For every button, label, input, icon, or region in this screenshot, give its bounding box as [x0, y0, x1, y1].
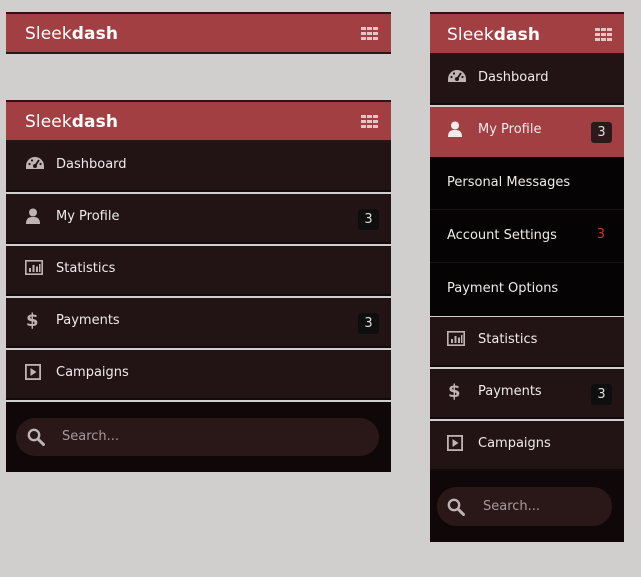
submenu-label: Personal Messages [447, 175, 571, 190]
brand-logo[interactable]: Sleekdash [25, 24, 118, 44]
menu-item-payments[interactable]: $ Payments 3 [430, 369, 624, 419]
menu-label: Statistics [478, 332, 538, 347]
menu-label: My Profile [478, 122, 542, 137]
menu-label: Dashboard [56, 157, 127, 172]
menu-label: Statistics [56, 261, 116, 276]
user-icon [447, 121, 465, 139]
header: Sleekdash [6, 100, 391, 142]
menu-item-campaigns[interactable]: Campaigns [430, 421, 624, 471]
menu-label: Payments [478, 384, 542, 399]
menu-item-statistics[interactable]: Statistics [430, 317, 624, 367]
dashboard-icon [25, 156, 44, 174]
play-icon [447, 435, 465, 453]
menu-label: Dashboard [478, 70, 549, 85]
sidebar-collapsed: Sleekdash [6, 12, 391, 54]
submenu-label: Account Settings [447, 228, 557, 243]
search-icon[interactable] [447, 498, 465, 516]
brand-logo[interactable]: Sleekdash [25, 112, 118, 132]
bar-chart-icon [447, 331, 465, 349]
sidebar-footer: Search... [430, 471, 624, 542]
submenu-item-payment-options[interactable]: Payment Options [430, 263, 624, 316]
grid-icon[interactable] [595, 28, 612, 41]
dashboard-icon [447, 69, 466, 87]
sidebar-expanded: Sleekdash Dashboard My Profile 3 Statist… [6, 100, 391, 472]
submenu-item-account-settings[interactable]: Account Settings 3 [430, 210, 624, 263]
search-icon[interactable] [27, 428, 45, 446]
menu-label: My Profile [56, 209, 120, 224]
svg-text:$: $ [448, 381, 461, 401]
dollar-icon: $ [25, 310, 43, 330]
grid-icon[interactable] [361, 115, 378, 128]
submenu-label: Payment Options [447, 281, 559, 296]
menu-item-profile[interactable]: My Profile 3 [6, 194, 391, 244]
submenu-item-personal-messages[interactable]: Personal Messages [430, 157, 624, 210]
play-icon [25, 364, 43, 382]
menu-item-dashboard[interactable]: Dashboard [430, 55, 624, 105]
menu-label: Campaigns [478, 436, 551, 451]
payments-badge: 3 [591, 384, 612, 405]
svg-text:$: $ [26, 310, 39, 330]
bar-chart-icon [25, 260, 43, 278]
dollar-icon: $ [447, 381, 465, 401]
header: Sleekdash [6, 12, 391, 54]
search-box[interactable]: Search... [16, 418, 379, 456]
profile-badge: 3 [358, 209, 379, 230]
grid-icon[interactable] [361, 27, 378, 40]
search-input[interactable]: Search... [62, 429, 119, 444]
brand-logo[interactable]: Sleekdash [447, 25, 540, 45]
menu-item-statistics[interactable]: Statistics [6, 246, 391, 296]
menu-label: Campaigns [56, 365, 129, 380]
header: Sleekdash [430, 12, 624, 55]
menu-label: Payments [56, 313, 120, 328]
payments-badge: 3 [358, 313, 379, 334]
user-icon [25, 208, 43, 226]
profile-badge: 3 [591, 122, 612, 143]
menu-item-campaigns[interactable]: Campaigns [6, 350, 391, 400]
menu-item-dashboard[interactable]: Dashboard [6, 142, 391, 192]
account-settings-count: 3 [596, 227, 605, 242]
menu-item-profile[interactable]: My Profile 3 [430, 107, 624, 157]
search-input[interactable]: Search... [483, 499, 540, 514]
menu-item-payments[interactable]: $ Payments 3 [6, 298, 391, 348]
search-box[interactable]: Search... [437, 487, 612, 526]
sidebar-submenu-open: Sleekdash Dashboard My Profile 3 Persona… [430, 12, 624, 542]
sidebar-footer: Search... [6, 402, 391, 472]
